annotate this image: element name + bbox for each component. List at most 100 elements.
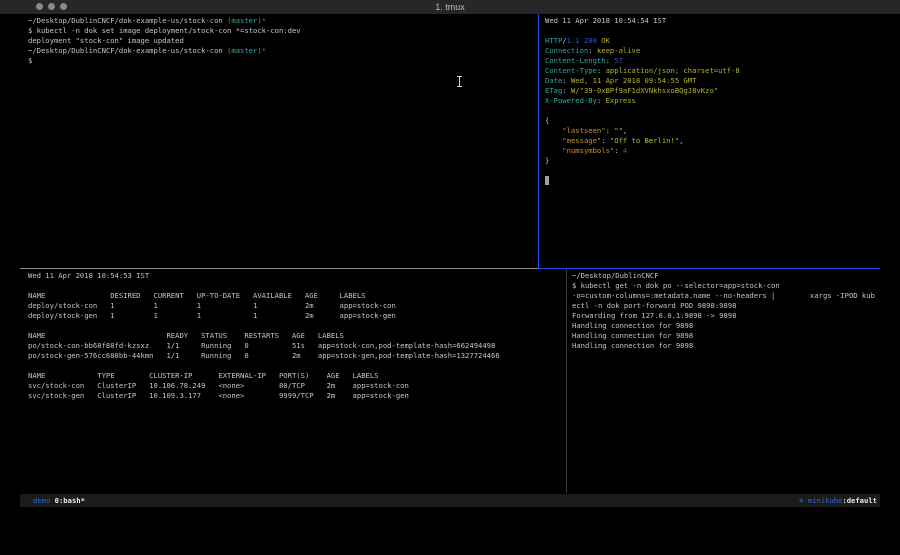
terminal-line: svc/stock-con ClusterIP 10.106.78.249 <n…: [28, 381, 500, 391]
terminal-text-segment: *: [262, 16, 266, 25]
terminal-text-segment: W/"39-0xBPf9aF1dXVNkhsxoBQgJ8vKzo": [571, 86, 718, 95]
terminal-window: 1. tmux ~/Desktop/DublinCNCF/dok-example…: [0, 0, 900, 555]
terminal-line: po/stock-con-bb68f88fd-kzsxz 1/1 Running…: [28, 341, 500, 351]
terminal-text-segment: ,: [623, 126, 627, 135]
terminal-text-segment: deployment "stock-con" image updated: [28, 36, 184, 45]
terminal-text-segment: OK: [597, 36, 610, 45]
terminal-line: Handling connection for 9898: [572, 341, 875, 351]
terminal-text-segment: :: [597, 66, 606, 75]
terminal-line: HTTP/1.1 200 OK: [545, 36, 740, 46]
terminal-text-segment: (master): [227, 46, 262, 55]
terminal-line: [28, 321, 500, 331]
terminal-text-segment: Date: [545, 76, 562, 85]
terminal-text-segment: $: [28, 56, 32, 65]
terminal-line: [545, 106, 740, 116]
tmux-session-and-window[interactable]: demo 0:bash*: [33, 494, 85, 507]
terminal-text-segment: NAME DESIRED CURRENT UP-TO-DATE AVAILABL…: [28, 291, 366, 300]
pane-bottom-right-port-forward[interactable]: ~/Desktop/DublinCNCF$ kubectl get -n dok…: [572, 271, 875, 351]
terminal-line: Content-Length: 57: [545, 56, 740, 66]
terminal-line: Handling connection for 9898: [572, 331, 875, 341]
terminal-text-segment: Content-Length: [545, 56, 606, 65]
terminal-text-segment: X-Powered-By: [545, 96, 597, 105]
pane-border-horizontal-left[interactable]: [20, 268, 538, 269]
terminal-text-segment: deploy/stock-con 1 1 1 1 2m app=stock-co…: [28, 301, 396, 310]
terminal-text-segment: (master): [227, 16, 262, 25]
terminal-line: NAME TYPE CLUSTER-IP EXTERNAL-IP PORT(S)…: [28, 371, 500, 381]
terminal-text-segment: Wed, 11 Apr 2018 09:54:55 GMT: [571, 76, 697, 85]
terminal-line: [545, 166, 740, 176]
terminal-line: {: [545, 116, 740, 126]
pane-top-right-http-response[interactable]: Wed 11 Apr 2018 10:54:54 IST HTTP/1.1 20…: [545, 16, 740, 186]
terminal-text-segment: Content-Type: [545, 66, 597, 75]
terminal-text-segment: 57: [614, 56, 623, 65]
terminal-text-segment: po/stock-con-bb68f88fd-kzsxz 1/1 Running…: [28, 341, 495, 350]
terminal-line: demo 0:bash*: [33, 494, 85, 507]
terminal-text-segment: ⎈ minikube: [799, 496, 842, 505]
terminal-text-segment: "Off to Berlin!": [610, 136, 679, 145]
terminal-text-segment: ~/Desktop/DublinCNCF: [572, 271, 659, 280]
terminal-text-segment: NAME TYPE CLUSTER-IP EXTERNAL-IP PORT(S)…: [28, 371, 379, 380]
pane-bottom-left-kubectl-watch[interactable]: Wed 11 Apr 2018 10:54:53 IST NAME DESIRE…: [28, 271, 500, 401]
terminal-text-segment: Handling connection for 9898: [572, 321, 693, 330]
terminal-text-segment: ,: [679, 136, 683, 145]
terminal-line: Wed 11 Apr 2018 10:54:53 IST: [28, 271, 500, 281]
terminal-line: $: [28, 56, 301, 66]
terminal-line: NAME DESIRED CURRENT UP-TO-DATE AVAILABL…: [28, 291, 500, 301]
pane-border-vertical-active[interactable]: [538, 14, 539, 268]
window-titlebar[interactable]: 1. tmux: [0, 0, 900, 14]
tmux-status-bar: demo 0:bash* ⎈ minikube:default: [20, 494, 880, 507]
terminal-text-segment: ectl -n dok port-forward POD 9898:9898: [572, 301, 736, 310]
pane-border-vertical-bottom[interactable]: [566, 269, 567, 493]
terminal-line: deploy/stock-gen 1 1 1 1 2m app=stock-ge…: [28, 311, 500, 321]
terminal-text-segment: Handling connection for 9898: [572, 331, 693, 340]
terminal-text-segment: }: [545, 156, 549, 165]
terminal-line: X-Powered-By: Express: [545, 96, 740, 106]
terminal-text-segment: :: [588, 46, 597, 55]
terminal-text-segment: Wed 11 Apr 2018 10:54:54 IST: [545, 16, 666, 25]
terminal-text-segment: $ kubectl get -n dok po --selector=app=s…: [572, 281, 780, 290]
terminal-text-segment: "lastseen": [545, 126, 606, 135]
terminal-text-segment: ~/Desktop/DublinCNCF/dok-example-us/stoc…: [28, 16, 227, 25]
kube-context-indicator: ⎈ minikube:default: [799, 494, 877, 507]
terminal-text-segment: "": [614, 126, 623, 135]
terminal-text-segment: :: [614, 146, 623, 155]
terminal-text-segment: 4: [623, 146, 627, 155]
terminal-text-segment: Handling connection for 9898: [572, 341, 693, 350]
terminal-line: Connection: keep-alive: [545, 46, 740, 56]
terminal-text-segment: po/stock-gen-576cc688bb-44kmn 1/1 Runnin…: [28, 351, 500, 360]
terminal-text-segment: "numsymbols": [545, 146, 614, 155]
terminal-line: "message": "Off to Berlin!",: [545, 136, 740, 146]
terminal-line: "lastseen": "",: [545, 126, 740, 136]
terminal-line: ~/Desktop/DublinCNCF/dok-example-us/stoc…: [28, 46, 301, 56]
terminal-line: Forwarding from 127.0.0.1:9898 -> 9898: [572, 311, 875, 321]
terminal-text-segment: 1.1 200: [567, 36, 597, 45]
terminal-text-segment: NAME READY STATUS RESTARTS AGE LABELS: [28, 331, 344, 340]
terminal-line: ectl -n dok port-forward POD 9898:9898: [572, 301, 875, 311]
terminal-line: [545, 26, 740, 36]
terminal-text-segment: *: [262, 46, 266, 55]
terminal-line: [28, 281, 500, 291]
terminal-text-segment: -o=custom-columns=:metadata.name --no-he…: [572, 291, 875, 300]
terminal-line: _: [545, 176, 740, 186]
terminal-text-segment: :: [601, 136, 610, 145]
terminal-text-segment: Forwarding from 127.0.0.1:9898 -> 9898: [572, 311, 736, 320]
terminal-text-segment: keep-alive: [597, 46, 640, 55]
terminal-line: Wed 11 Apr 2018 10:54:54 IST: [545, 16, 740, 26]
terminal-line: ETag: W/"39-0xBPf9aF1dXVNkhsxoBQgJ8vKzo": [545, 86, 740, 96]
terminal-text-segment: Wed 11 Apr 2018 10:54:53 IST: [28, 271, 149, 280]
terminal-text-segment: :: [562, 86, 571, 95]
terminal-line: ~/Desktop/DublinCNCF: [572, 271, 875, 281]
pane-border-horizontal-right-active[interactable]: [538, 268, 880, 269]
terminal-text-segment: $ kubectl -n dok set image deployment/st…: [28, 26, 301, 35]
terminal-text-segment: :: [606, 56, 615, 65]
terminal-line: deployment "stock-con" image updated: [28, 36, 301, 46]
terminal-line: -o=custom-columns=:metadata.name --no-he…: [572, 291, 875, 301]
terminal-text-segment: deploy/stock-gen 1 1 1 1 2m app=stock-ge…: [28, 311, 396, 320]
terminal-text-segment: application/json; charset=utf-8: [606, 66, 740, 75]
terminal-text-segment: svc/stock-con ClusterIP 10.106.78.249 <n…: [28, 381, 409, 390]
terminal-text-segment: demo: [33, 496, 50, 505]
terminal-line: $ kubectl get -n dok po --selector=app=s…: [572, 281, 875, 291]
window-title: 1. tmux: [0, 2, 900, 12]
pane-top-left-shell[interactable]: ~/Desktop/DublinCNCF/dok-example-us/stoc…: [28, 16, 301, 66]
terminal-text-segment: HTTP: [545, 36, 562, 45]
